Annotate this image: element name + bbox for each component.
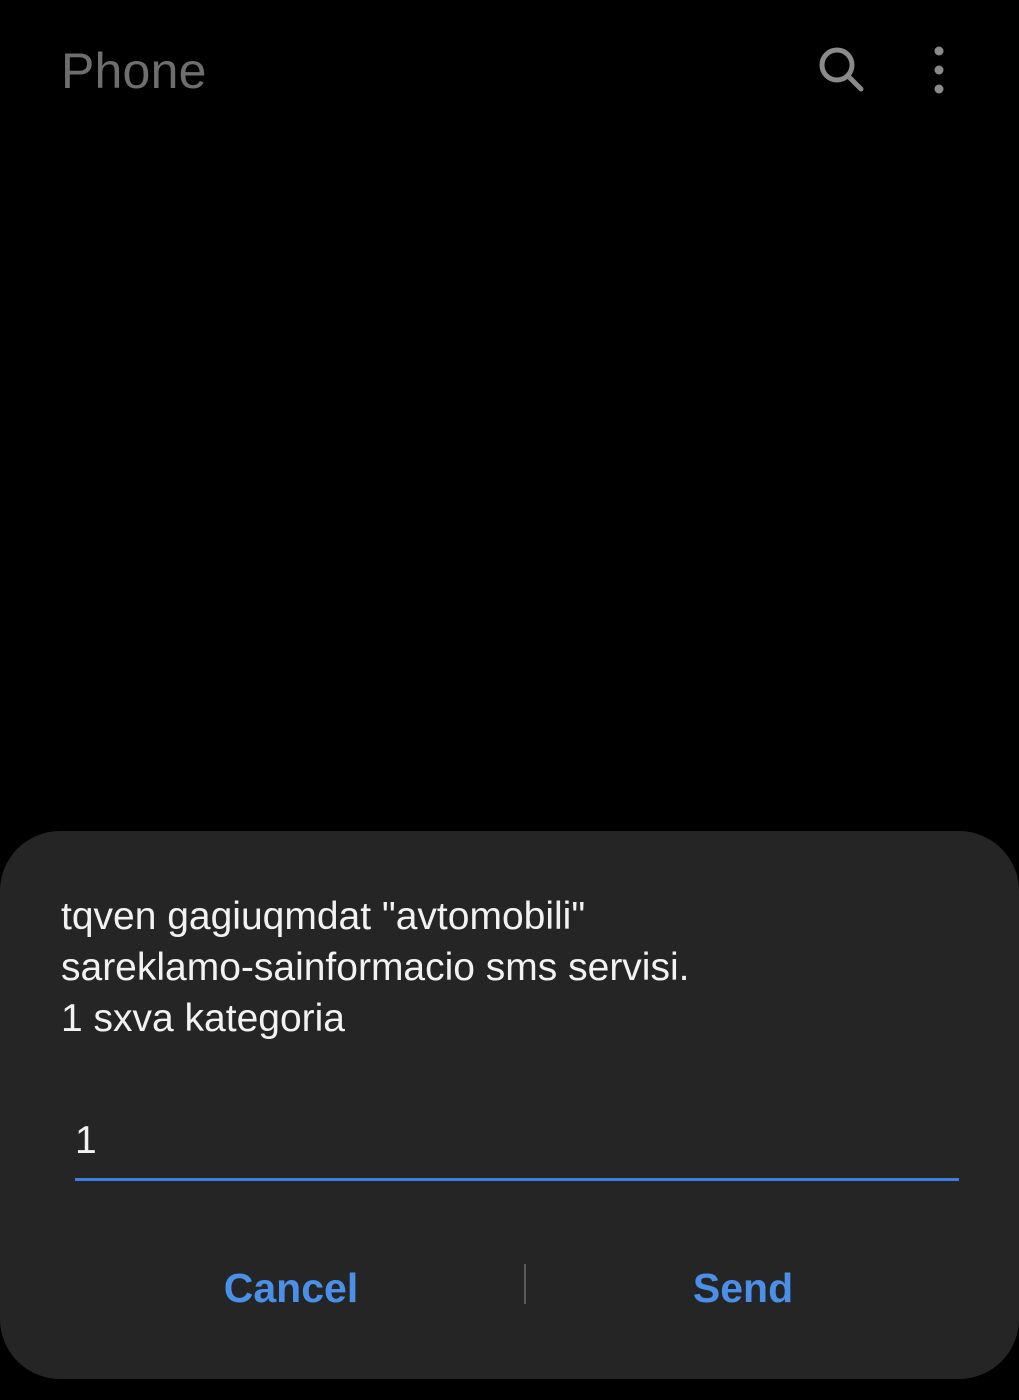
dialog-message-line: sareklamo-sainformacio sms servisi. — [61, 946, 690, 989]
reply-input-container — [75, 1106, 959, 1181]
search-icon — [819, 47, 864, 92]
dialog-message: tqven gagiuqmdat "avtomobili" sareklamo-… — [61, 891, 961, 1044]
dialog-message-line: 1 sxva kategoria — [61, 997, 345, 1040]
more-options-button[interactable] — [907, 38, 971, 102]
action-divider — [524, 1264, 526, 1304]
reply-input[interactable] — [75, 1116, 945, 1166]
send-button[interactable]: Send — [530, 1243, 956, 1333]
app-header: Phone — [0, 0, 1019, 140]
cancel-button[interactable]: Cancel — [60, 1243, 522, 1333]
app-title: Phone — [61, 43, 207, 99]
dialog-actions: Cancel Send — [0, 1243, 1019, 1333]
dialog-message-line: tqven gagiuqmdat "avtomobili" — [61, 895, 586, 938]
search-button[interactable] — [810, 38, 874, 102]
ussd-dialog: tqven gagiuqmdat "avtomobili" sareklamo-… — [0, 831, 1019, 1379]
more-vertical-icon — [934, 46, 944, 94]
